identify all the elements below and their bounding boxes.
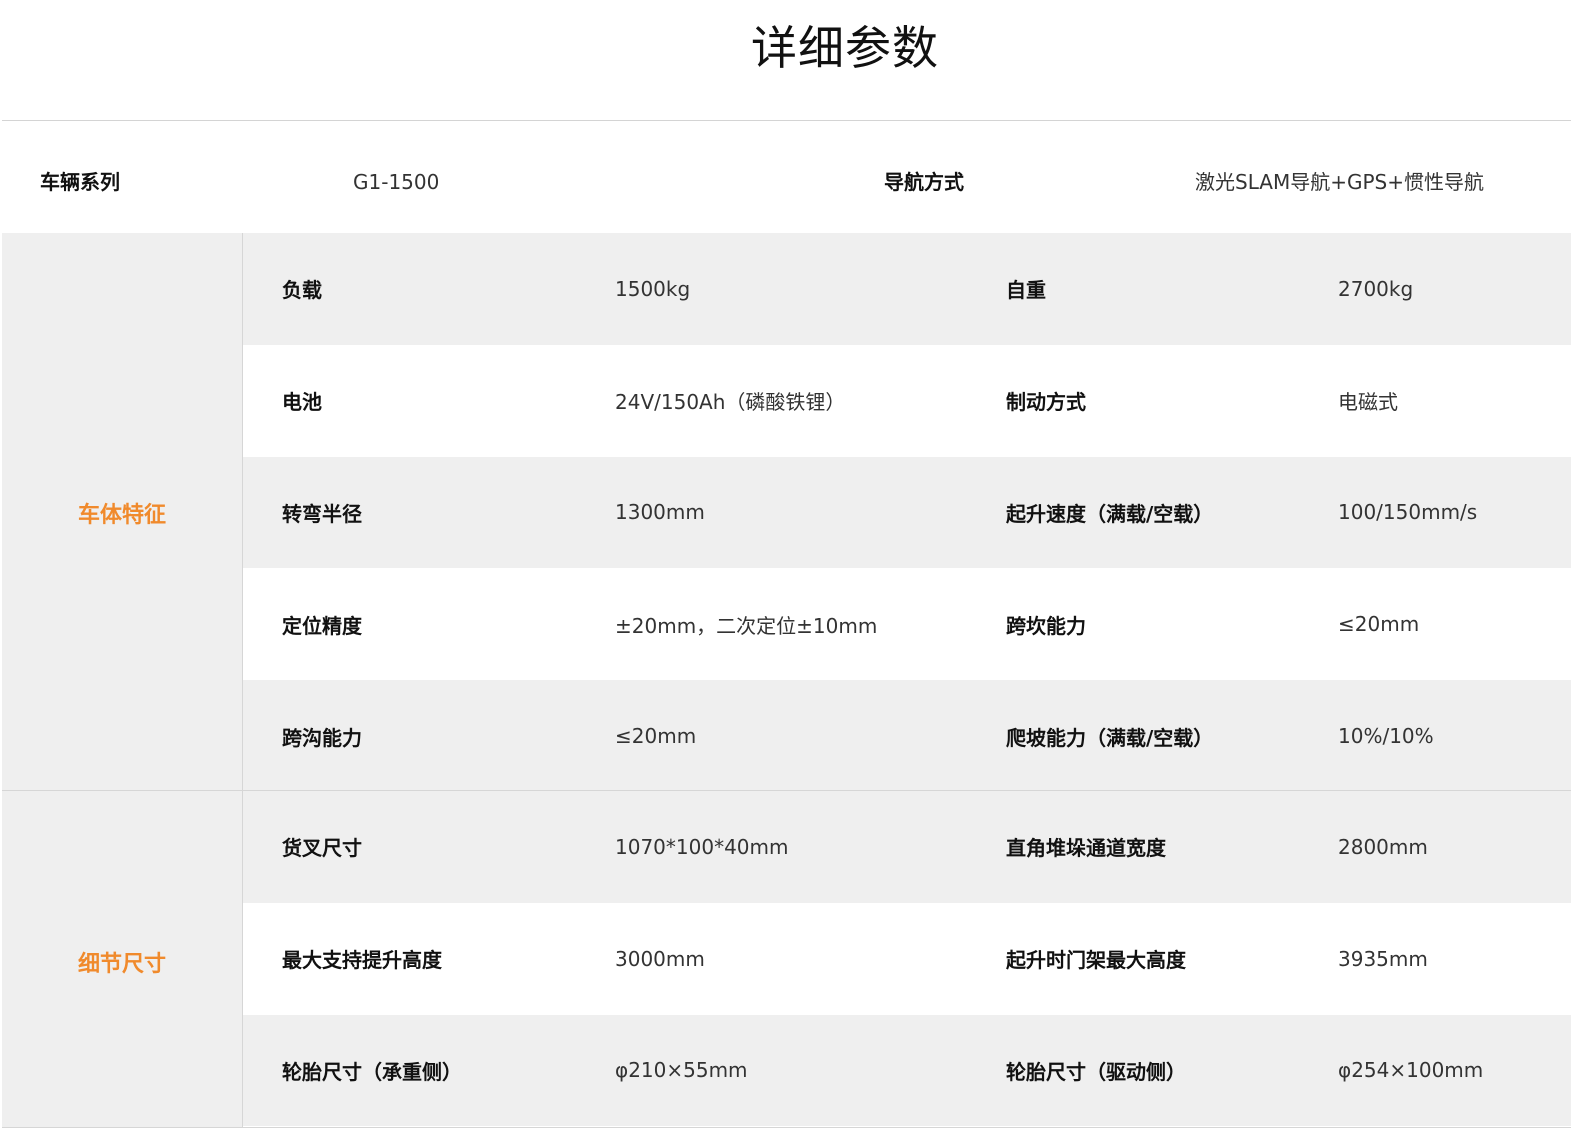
table-row: 负载 1500kg 自重 2700kg <box>243 233 1571 345</box>
spec-value: ≤20mm <box>1338 612 1420 637</box>
spec-value: ±20mm，二次定位±10mm <box>615 613 878 638</box>
spec-value: 3000mm <box>615 946 705 971</box>
table-row: 转弯半径 1300mm 起升速度（满载/空载） 100/150mm/s <box>243 456 1571 569</box>
spec-value: 3935mm <box>1338 946 1428 971</box>
spec-value: 1300mm <box>615 500 705 525</box>
spec-label: 转弯半径 <box>282 501 362 526</box>
spec-value: 1500kg <box>615 276 691 301</box>
section-title: 细节尺寸 <box>77 952 166 977</box>
spec-label: 电池 <box>282 390 322 415</box>
spec-label: 货叉尺寸 <box>282 836 362 861</box>
table-row: 跨沟能力 ≤20mm 爬坡能力（满载/空载） 10%/10% <box>243 680 1571 792</box>
spec-label: 轮胎尺寸（驱动侧） <box>1006 1059 1186 1084</box>
spec-value: 1070*100*40mm <box>615 834 789 859</box>
spec-rows: 负载 1500kg 自重 2700kg 电池 24V/150Ah（磷酸铁锂） 制… <box>243 233 1571 792</box>
section-label-column: 细节尺寸 <box>2 791 243 1127</box>
spec-label: 直角堆垛通道宽度 <box>1006 836 1166 861</box>
spec-value: φ254×100mm <box>1338 1058 1484 1083</box>
spec-label: 定位精度 <box>282 613 362 638</box>
spec-label: 制动方式 <box>1006 390 1086 415</box>
section-label-column: 车体特征 <box>2 233 243 791</box>
spec-label: 跨沟能力 <box>282 725 362 750</box>
spec-value: 24V/150Ah（磷酸铁锂） <box>615 390 846 415</box>
series-row: 车辆系列 G1-1500 导航方式 激光SLAM导航+GPS+惯性导航 <box>0 121 1571 233</box>
table-row: 定位精度 ±20mm，二次定位±10mm 跨坎能力 ≤20mm <box>243 568 1571 681</box>
spec-label: 爬坡能力（满载/空载） <box>1006 725 1214 750</box>
spec-value: 2700kg <box>1338 276 1414 301</box>
spec-label: 自重 <box>1006 278 1046 303</box>
spec-value: 10%/10% <box>1338 724 1434 749</box>
spec-value: φ210×55mm <box>615 1058 748 1083</box>
spec-value: 2800mm <box>1338 834 1428 859</box>
section-title: 车体特征 <box>77 503 166 528</box>
table-row: 轮胎尺寸（承重侧） φ210×55mm 轮胎尺寸（驱动侧） φ254×100mm <box>243 1014 1571 1127</box>
navigation-label: 导航方式 <box>884 170 964 194</box>
spec-value: ≤20mm <box>615 724 697 749</box>
spec-label: 起升时门架最大高度 <box>1006 948 1186 973</box>
spec-label: 负载 <box>282 278 322 303</box>
page-title: 详细参数 <box>751 21 939 75</box>
section-body-features: 车体特征 负载 1500kg 自重 2700kg 电池 24V/150Ah（磷酸… <box>2 233 1571 792</box>
series-label: 车辆系列 <box>40 170 120 194</box>
navigation-value: 激光SLAM导航+GPS+惯性导航 <box>1195 170 1485 194</box>
spec-value: 100/150mm/s <box>1338 500 1478 525</box>
spec-rows: 货叉尺寸 1070*100*40mm 直角堆垛通道宽度 2800mm 最大支持提… <box>243 791 1571 1127</box>
section-detail-dimensions: 细节尺寸 货叉尺寸 1070*100*40mm 直角堆垛通道宽度 2800mm … <box>2 791 1571 1127</box>
spec-value: 电磁式 <box>1338 390 1398 415</box>
table-row: 电池 24V/150Ah（磷酸铁锂） 制动方式 电磁式 <box>243 344 1571 457</box>
spec-label: 跨坎能力 <box>1006 613 1086 638</box>
spec-label: 起升速度（满载/空载） <box>1006 501 1214 526</box>
series-value: G1-1500 <box>353 170 440 194</box>
table-row: 货叉尺寸 1070*100*40mm 直角堆垛通道宽度 2800mm <box>243 791 1571 903</box>
spec-label: 最大支持提升高度 <box>282 948 442 973</box>
bottom-divider <box>2 1127 1571 1128</box>
spec-label: 轮胎尺寸（承重侧） <box>282 1059 462 1084</box>
table-row: 最大支持提升高度 3000mm 起升时门架最大高度 3935mm <box>243 902 1571 1015</box>
